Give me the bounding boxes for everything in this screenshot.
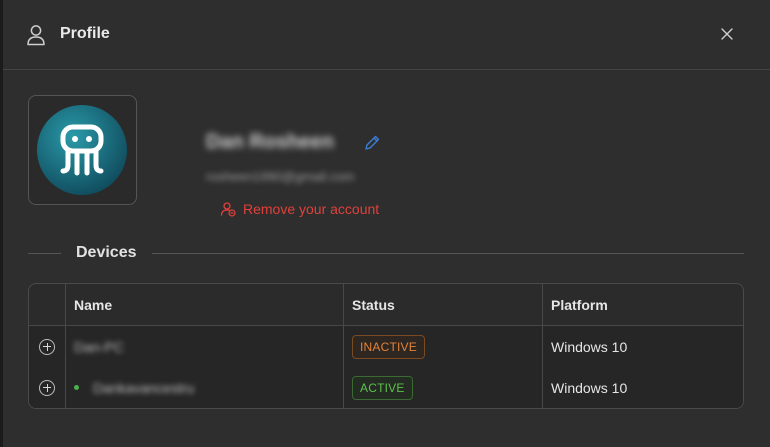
header-expand-cell xyxy=(29,284,66,325)
status-badge: INACTIVE xyxy=(352,334,425,359)
table-row[interactable]: Dankavancestru ACTIVE Windows 10 xyxy=(29,367,743,408)
device-platform: Windows 10 xyxy=(551,379,628,396)
device-status-cell: INACTIVE xyxy=(344,326,543,367)
device-name: Dankavancestru xyxy=(93,379,195,396)
devices-heading: Devices xyxy=(76,244,137,261)
expand-cell xyxy=(29,326,66,367)
remove-user-icon xyxy=(220,202,236,217)
expand-cell xyxy=(29,367,66,408)
user-email: rosheen1990@gmail.com xyxy=(206,169,355,184)
divider xyxy=(28,253,61,254)
dialog-header: Profile xyxy=(3,0,770,70)
dialog-title: Profile xyxy=(60,25,110,42)
table-header-row: Name Status Platform xyxy=(29,284,743,326)
devices-table: Name Status Platform Dan-PC INACTIVE Win… xyxy=(28,283,744,409)
profile-dialog: Profile Dan Rosheen rosheen1990@gmail.co… xyxy=(3,0,770,447)
app-logo-icon xyxy=(37,105,127,195)
column-header-status[interactable]: Status xyxy=(344,284,543,325)
user-icon xyxy=(27,25,45,46)
pencil-icon[interactable] xyxy=(363,134,381,152)
column-header-platform[interactable]: Platform xyxy=(543,284,743,325)
devices-section-header: Devices xyxy=(28,243,744,263)
column-header-name[interactable]: Name xyxy=(66,284,344,325)
close-icon[interactable] xyxy=(716,23,738,45)
device-name-cell: Dan-PC xyxy=(66,326,344,367)
divider xyxy=(152,253,744,254)
device-status-cell: ACTIVE xyxy=(344,367,543,408)
remove-account-link[interactable]: Remove your account xyxy=(220,200,379,218)
device-name: Dan-PC xyxy=(74,338,124,355)
device-platform: Windows 10 xyxy=(551,338,628,355)
device-name-cell: Dankavancestru xyxy=(66,367,344,408)
table-row[interactable]: Dan-PC INACTIVE Windows 10 xyxy=(29,326,743,368)
user-name: Dan Rosheen xyxy=(206,131,334,153)
online-dot-icon xyxy=(74,385,79,390)
avatar[interactable] xyxy=(28,95,137,205)
status-badge: ACTIVE xyxy=(352,375,413,400)
expand-plus-icon[interactable] xyxy=(39,379,55,396)
remove-account-label: Remove your account xyxy=(243,201,380,217)
expand-plus-icon[interactable] xyxy=(39,338,55,355)
